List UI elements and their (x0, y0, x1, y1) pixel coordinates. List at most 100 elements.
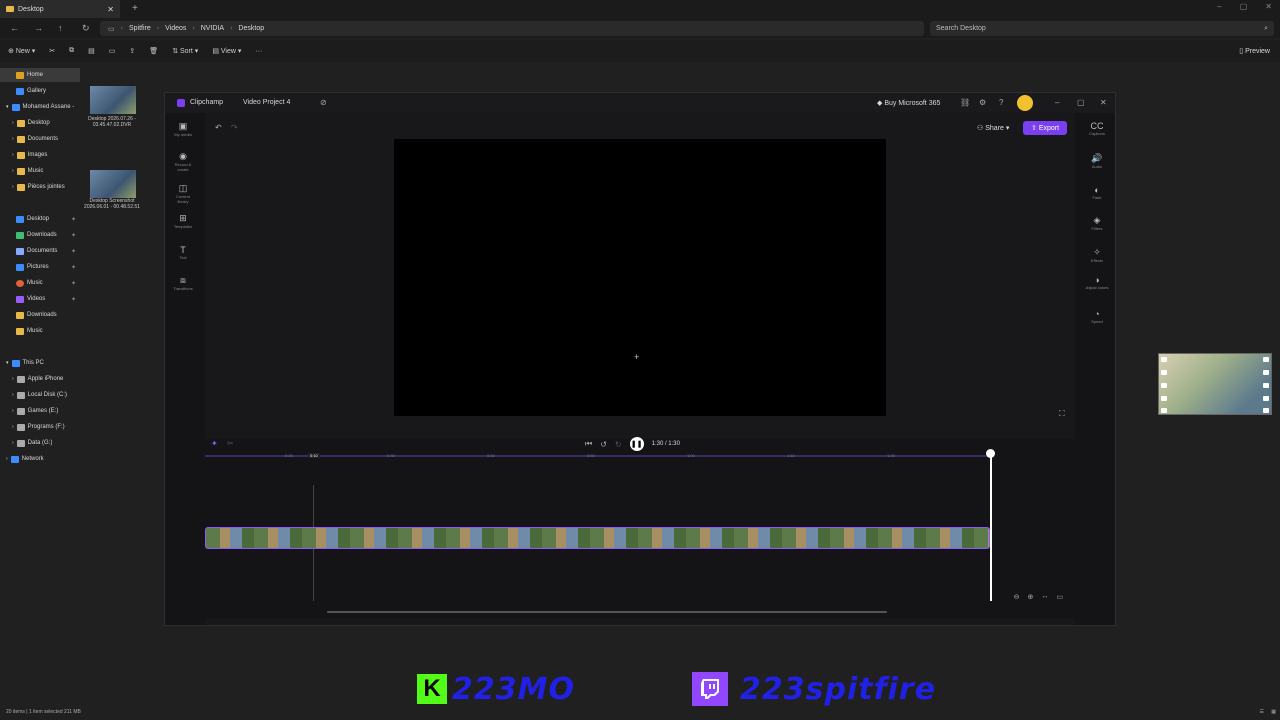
rail-captions[interactable]: CC Captions (1085, 121, 1109, 136)
rail-transitions[interactable]: ⧈ Transitions (171, 275, 195, 291)
file-name[interactable]: Desktop 2026.07.26 - 03.45.47.02.DVR (84, 116, 140, 128)
rail-my-media[interactable]: ▣ My media (171, 121, 195, 137)
rewind-icon[interactable]: ↺ (600, 440, 607, 449)
avatar[interactable] (1017, 95, 1033, 111)
share-icon[interactable]: ⇪ (129, 47, 135, 55)
sidebar-item-disk-f[interactable]: › Programs (F:) (0, 420, 80, 434)
crumb-2[interactable]: Videos (165, 25, 186, 32)
project-name[interactable]: Video Project 4 (243, 99, 290, 106)
undo-icon[interactable]: ↶ (215, 123, 222, 132)
zoom-out-icon[interactable]: ⊖ (1014, 593, 1020, 601)
magnet-icon[interactable]: ✦ (211, 439, 218, 448)
rename-icon[interactable]: ▭ (109, 47, 116, 55)
refresh-icon[interactable]: ↻ (82, 23, 90, 34)
maximize-icon[interactable]: ▢ (1077, 98, 1085, 107)
redo-icon[interactable]: ↷ (231, 123, 238, 132)
sidebar-item-od-desktop[interactable]: › Desktop (0, 116, 80, 130)
playhead-handle[interactable] (986, 449, 995, 458)
file-name[interactable]: Desktop Screenshot 2026.06.01 - 00.48.52… (84, 198, 140, 210)
timeline-scrollbar[interactable] (327, 611, 887, 613)
sidebar-item-documents[interactable]: Documents ✦ (0, 244, 80, 258)
sidebar-item-downloads[interactable]: Downloads ✦ (0, 228, 80, 242)
close-icon[interactable]: ✕ (1100, 98, 1107, 107)
forward-icon[interactable]: → (34, 23, 43, 33)
delete-icon[interactable]: 🗑 (149, 47, 158, 55)
buy-m365-button[interactable]: ◆ Buy Microsoft 365 (877, 99, 940, 107)
rail-record[interactable]: ◉ Record & create (171, 151, 195, 172)
rail-fade[interactable]: ◐ Fade (1085, 185, 1109, 200)
sidebar-item-disk-c[interactable]: › Local Disk (C:) (0, 388, 80, 402)
crumb-3[interactable]: NVIDIA (201, 25, 224, 32)
rail-speed[interactable]: ◔ Speed (1085, 309, 1109, 324)
sidebar-item-od-documents[interactable]: › Documents (0, 132, 80, 146)
rail-audio[interactable]: 🔊 Audio (1085, 153, 1109, 169)
video-clip[interactable] (205, 527, 990, 549)
crumb-4[interactable]: Desktop (238, 25, 264, 32)
share-button[interactable]: ⚇ Share ▾ (977, 124, 1009, 132)
sidebar-item-disk-g[interactable]: › Data (G:) (0, 436, 80, 450)
view-button[interactable]: ▤ View ▾ (212, 47, 241, 55)
video-canvas[interactable]: + (394, 139, 886, 416)
crumb-1[interactable]: Spitfire (129, 25, 151, 32)
rail-text[interactable]: T Text (171, 245, 195, 260)
sidebar-item-disk-e[interactable]: › Games (E:) (0, 404, 80, 418)
sidebar-item-videos[interactable]: Videos ✦ (0, 292, 80, 306)
fit-icon[interactable]: ↔ (1041, 593, 1048, 601)
tiles-view-icon[interactable]: ▦ (1271, 709, 1276, 715)
export-button[interactable]: ⇧ Export (1023, 121, 1068, 135)
rail-library[interactable]: ◫ Content library (171, 183, 195, 204)
zoom-in-icon[interactable]: ⊕ (1028, 593, 1034, 601)
cut-icon[interactable]: ✂ (49, 47, 55, 55)
rail-adjust[interactable]: ◑ Adjust colors (1085, 275, 1109, 290)
sidebar-item-onedrive[interactable]: ▾ Mohamed Assane - (0, 100, 80, 114)
sidebar-item-this-pc[interactable]: ▾ This PC (0, 356, 80, 370)
tab-desktop[interactable]: Desktop ✕ (0, 0, 120, 18)
skip-back-icon[interactable]: ⏮ (585, 439, 592, 449)
more-button[interactable]: ··· (255, 48, 262, 55)
time-ruler[interactable] (205, 455, 991, 457)
copy-icon[interactable]: ⧉ (69, 47, 74, 55)
hide-icon[interactable]: ⊘ (320, 98, 327, 107)
search-input[interactable]: Search Desktop ⌕ (930, 21, 1274, 36)
sidebar-item-od-music[interactable]: › Music (0, 164, 80, 178)
rail-filters[interactable]: ◈ Filters (1085, 215, 1109, 231)
preview-button[interactable]: ▯ Preview (1239, 47, 1270, 55)
sidebar-item-desktop[interactable]: Desktop ✦ (0, 212, 80, 226)
file-thumbnail[interactable] (90, 170, 136, 198)
sidebar-item-pictures[interactable]: Pictures ✦ (0, 260, 80, 274)
minimize-icon[interactable]: – (1217, 2, 1221, 11)
new-tab-button[interactable]: + (132, 3, 138, 14)
link-icon[interactable]: ⛓ (960, 98, 970, 107)
maximize-icon[interactable]: ▢ (1240, 2, 1248, 11)
settings-icon[interactable]: ⚙ (979, 98, 986, 107)
paste-icon[interactable]: ▤ (88, 47, 95, 55)
back-icon[interactable]: ← (10, 23, 19, 33)
split-icon[interactable]: ✂ (227, 439, 234, 448)
fullscreen-icon[interactable]: ⛶ (1059, 409, 1065, 419)
close-tab-icon[interactable]: ✕ (107, 5, 114, 14)
sidebar-item-home[interactable]: Home (0, 68, 80, 82)
sort-button[interactable]: ⇅ Sort ▾ (172, 47, 198, 55)
up-icon[interactable]: ↑ (58, 23, 63, 33)
pause-button[interactable]: ❚❚ (629, 437, 644, 451)
minimize-icon[interactable]: – (1055, 98, 1059, 107)
sidebar-item-od-images[interactable]: › Images (0, 148, 80, 162)
sidebar-item-music[interactable]: Music ✦ (0, 276, 80, 290)
details-view-icon[interactable]: ☰ (1260, 709, 1264, 715)
new-button[interactable]: ⊕ New ▾ (8, 47, 35, 55)
sidebar-item-gallery[interactable]: Gallery (0, 84, 80, 98)
sidebar-item-od-attachments[interactable]: › Pièces jointes (0, 180, 80, 194)
breadcrumb[interactable]: ▭ › Spitfire › Videos › NVIDIA › Desktop (100, 21, 924, 36)
floating-video-thumbnail[interactable] (1158, 353, 1272, 415)
playhead[interactable] (990, 451, 992, 601)
layout-icon[interactable]: ▭ (1056, 593, 1063, 601)
close-window-icon[interactable]: ✕ (1265, 2, 1272, 11)
sidebar-item-network[interactable]: › Network (0, 452, 80, 466)
sidebar-item-downloads-2[interactable]: Downloads (0, 308, 80, 322)
sidebar-item-music-2[interactable]: Music (0, 324, 80, 338)
help-icon[interactable]: ? (999, 98, 1003, 107)
rail-templates[interactable]: ⊞ Templates (171, 213, 195, 229)
forward-icon[interactable]: ↻ (615, 440, 622, 449)
sidebar-item-iphone[interactable]: › Apple iPhone (0, 372, 80, 386)
rail-effects[interactable]: ✧ Effects (1085, 247, 1109, 263)
